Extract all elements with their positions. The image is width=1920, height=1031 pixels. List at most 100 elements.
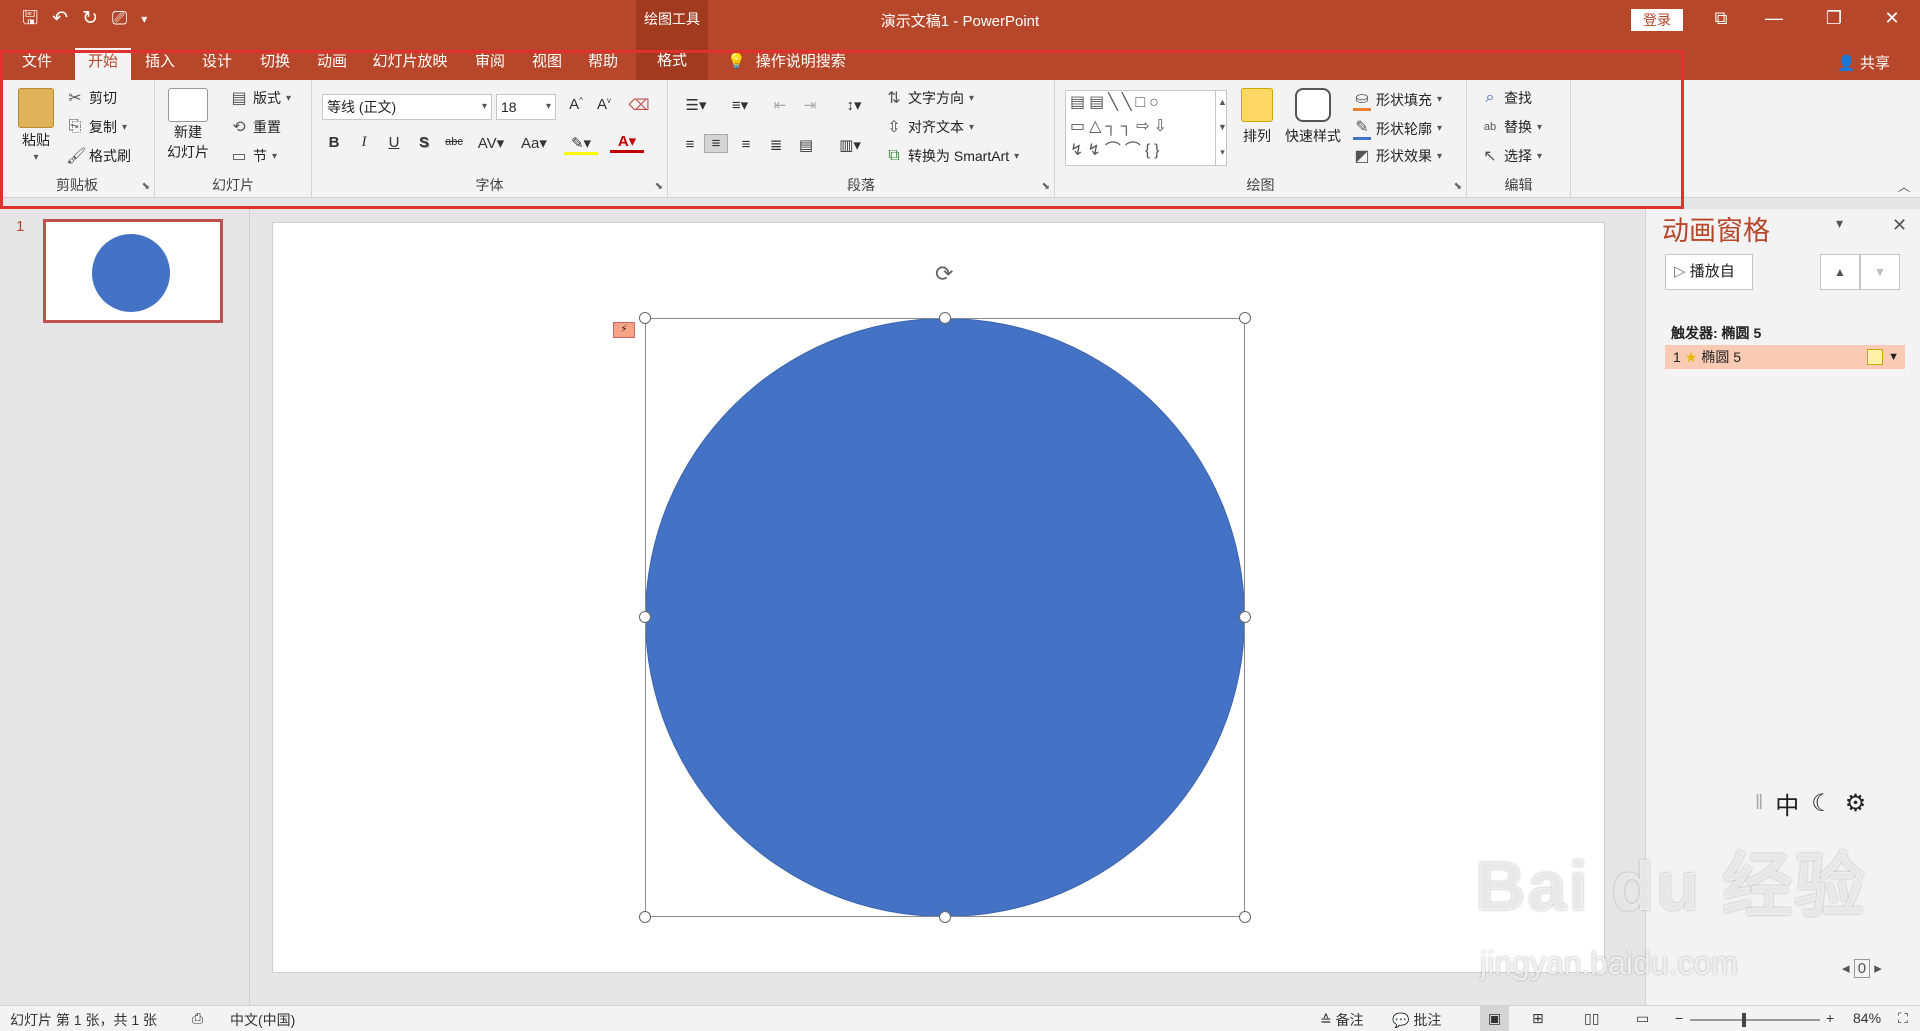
font-name-combo[interactable]: 等线 (正文) ▾ bbox=[322, 94, 492, 120]
copy-button[interactable]: ⎘ 复制 ▾ bbox=[66, 117, 127, 137]
save-icon[interactable]: 🖫 bbox=[22, 7, 38, 31]
close-window-icon[interactable]: ✕ bbox=[1877, 8, 1907, 29]
tab-home[interactable]: 开始 bbox=[75, 48, 131, 80]
dialog-launcher-icon[interactable]: ⬊ bbox=[142, 181, 150, 192]
minimize-icon[interactable]: — bbox=[1759, 8, 1789, 29]
justify-icon[interactable]: ≣ bbox=[764, 136, 788, 154]
slide-sorter-icon[interactable]: ⊞ bbox=[1532, 1010, 1544, 1027]
rotate-handle-icon[interactable]: ⟳ bbox=[935, 261, 953, 287]
resize-handle-ne[interactable] bbox=[1239, 312, 1251, 324]
tab-slideshow[interactable]: 幻灯片放映 bbox=[365, 48, 455, 80]
slideshow-view-icon[interactable]: ▭ bbox=[1636, 1010, 1649, 1027]
shape-effects-button[interactable]: ◩ 形状效果 ▾ bbox=[1353, 146, 1442, 166]
resize-handle-s[interactable] bbox=[939, 911, 951, 923]
font-dialog-launcher-icon[interactable]: ⬊ bbox=[655, 181, 663, 192]
zoom-in-icon[interactable]: + bbox=[1826, 1010, 1834, 1026]
animation-item-dropdown-icon[interactable]: ▼ bbox=[1888, 345, 1899, 369]
tab-review[interactable]: 审阅 bbox=[465, 48, 515, 80]
close-pane-icon[interactable]: ✕ bbox=[1892, 215, 1907, 236]
font-size-dropdown-icon[interactable]: ▾ bbox=[546, 95, 551, 119]
collapse-ribbon-icon[interactable]: ︿ bbox=[1898, 178, 1910, 195]
gallery-scroll-icon[interactable]: ▲ ▼ ▾ bbox=[1215, 90, 1229, 166]
animation-list-item[interactable]: 1 ★ 椭圆 5 ▼ bbox=[1665, 345, 1905, 369]
align-right-icon[interactable]: ≡ bbox=[734, 136, 758, 153]
align-left-icon[interactable]: ≡ bbox=[678, 136, 702, 153]
format-painter-button[interactable]: 🖌 格式刷 bbox=[66, 146, 131, 166]
ime-grip-icon[interactable]: ‖ bbox=[1755, 792, 1763, 815]
shrink-font-icon[interactable]: Av bbox=[592, 96, 616, 113]
share-button[interactable]: 👤 共享 bbox=[1837, 52, 1890, 73]
align-center-icon[interactable]: ≡ bbox=[704, 134, 728, 153]
line-spacing-icon[interactable]: ↕▾ bbox=[836, 96, 872, 114]
tab-file[interactable]: 文件 bbox=[12, 48, 62, 80]
layout-button[interactable]: ▤ 版式 ▾ bbox=[230, 88, 291, 108]
drawing-dialog-launcher-icon[interactable]: ⬊ bbox=[1454, 181, 1462, 192]
font-color-icon[interactable]: A▾ bbox=[610, 132, 644, 153]
replace-button[interactable]: ab 替换 ▾ bbox=[1481, 117, 1542, 137]
numbering-icon[interactable]: ≡▾ bbox=[722, 96, 758, 114]
tab-format[interactable]: 格式 bbox=[636, 42, 708, 80]
restore-icon[interactable]: ❐ bbox=[1819, 8, 1849, 29]
pager-next-icon[interactable]: ▸ bbox=[1874, 960, 1882, 977]
columns-icon[interactable]: ▥▾ bbox=[832, 136, 868, 154]
comments-button[interactable]: 💬 批注 bbox=[1392, 1010, 1441, 1030]
play-from-button[interactable]: ▷ 播放自 bbox=[1665, 254, 1753, 290]
customize-qat-icon[interactable]: ▾ bbox=[141, 7, 147, 31]
normal-view-icon[interactable]: ▣ bbox=[1480, 1006, 1510, 1031]
new-slide-button[interactable]: 新建 幻灯片 bbox=[167, 88, 209, 162]
highlight-color-icon[interactable]: ✎▾ bbox=[564, 134, 598, 155]
cut-button[interactable]: ✂ 剪切 bbox=[66, 88, 117, 108]
font-size-combo[interactable]: 18 ▾ bbox=[496, 94, 556, 120]
zoom-slider-thumb[interactable] bbox=[1742, 1013, 1746, 1027]
bullets-icon[interactable]: ☰▾ bbox=[678, 96, 714, 114]
tab-view[interactable]: 视图 bbox=[522, 48, 572, 80]
move-up-button[interactable]: ▲ bbox=[1820, 254, 1860, 290]
clear-formatting-icon[interactable]: ⌫ bbox=[627, 96, 651, 114]
language-indicator[interactable]: 中文(中国) bbox=[230, 1010, 295, 1030]
resize-handle-n[interactable] bbox=[939, 312, 951, 324]
shape-outline-button[interactable]: ✎ 形状轮廓 ▾ bbox=[1353, 117, 1442, 140]
text-shadow-icon[interactable]: S bbox=[412, 134, 436, 151]
spelling-check-icon[interactable]: ⎙ bbox=[192, 1010, 203, 1027]
shape-fill-button[interactable]: ⛀ 形状填充 ▾ bbox=[1353, 88, 1442, 111]
text-direction-button[interactable]: ⇅ 文字方向 ▾ bbox=[885, 88, 974, 108]
zoom-slider[interactable] bbox=[1690, 1019, 1820, 1021]
login-button[interactable]: 登录 bbox=[1631, 9, 1683, 31]
move-down-button[interactable]: ▼ bbox=[1860, 254, 1900, 290]
increase-indent-icon[interactable]: ⇥ bbox=[798, 96, 822, 114]
decrease-indent-icon[interactable]: ⇤ bbox=[768, 96, 792, 114]
tab-animations[interactable]: 动画 bbox=[307, 48, 357, 80]
pane-options-icon[interactable]: ▾ bbox=[1836, 215, 1843, 232]
resize-handle-nw[interactable] bbox=[639, 312, 651, 324]
ribbon-display-options-icon[interactable]: ⧉ bbox=[1706, 8, 1736, 29]
moon-icon[interactable]: ☾ bbox=[1811, 789, 1833, 818]
distributed-icon[interactable]: ▤ bbox=[794, 136, 818, 154]
paste-dropdown-icon[interactable]: ▾ bbox=[33, 152, 38, 163]
find-button[interactable]: ⌕ 查找 bbox=[1481, 88, 1532, 108]
reset-button[interactable]: ⟲ 重置 bbox=[230, 117, 281, 137]
tab-design[interactable]: 设计 bbox=[192, 48, 242, 80]
resize-handle-e[interactable] bbox=[1239, 611, 1251, 623]
start-slideshow-icon[interactable]: ⎚ bbox=[112, 7, 127, 31]
notes-button[interactable]: ≙ 备注 bbox=[1320, 1010, 1364, 1030]
paste-button[interactable]: 粘贴 ▾ bbox=[18, 88, 54, 163]
shapes-gallery[interactable]: ▤▤╲╲□○ ▭△┐┐⇨⇩ ↯↯⌒⌒{} bbox=[1065, 90, 1227, 166]
arrange-button[interactable]: 排列 bbox=[1241, 88, 1273, 146]
underline-icon[interactable]: U bbox=[382, 134, 406, 151]
italic-icon[interactable]: I bbox=[352, 134, 376, 151]
align-text-button[interactable]: ⇳ 对齐文本 ▾ bbox=[885, 117, 974, 137]
select-button[interactable]: ↖ 选择 ▾ bbox=[1481, 146, 1542, 166]
resize-handle-se[interactable] bbox=[1239, 911, 1251, 923]
zoom-out-icon[interactable]: − bbox=[1675, 1010, 1683, 1026]
pager-value[interactable]: 0 bbox=[1853, 959, 1871, 978]
slide-thumbnail[interactable] bbox=[43, 219, 223, 323]
character-spacing-icon[interactable]: AV▾ bbox=[474, 134, 508, 152]
tell-me-search[interactable]: 💡 操作说明搜索 bbox=[727, 50, 846, 71]
section-button[interactable]: ▭ 节 ▾ bbox=[230, 146, 277, 166]
tab-transitions[interactable]: 切换 bbox=[250, 48, 300, 80]
pager-prev-icon[interactable]: ◂ bbox=[1842, 960, 1850, 977]
tab-help[interactable]: 帮助 bbox=[578, 48, 628, 80]
fit-to-window-icon[interactable]: ⛶ bbox=[1898, 1010, 1908, 1027]
copy-dropdown-icon[interactable]: ▾ bbox=[122, 122, 127, 133]
convert-smartart-button[interactable]: ⧉ 转换为 SmartArt ▾ bbox=[885, 146, 1019, 166]
